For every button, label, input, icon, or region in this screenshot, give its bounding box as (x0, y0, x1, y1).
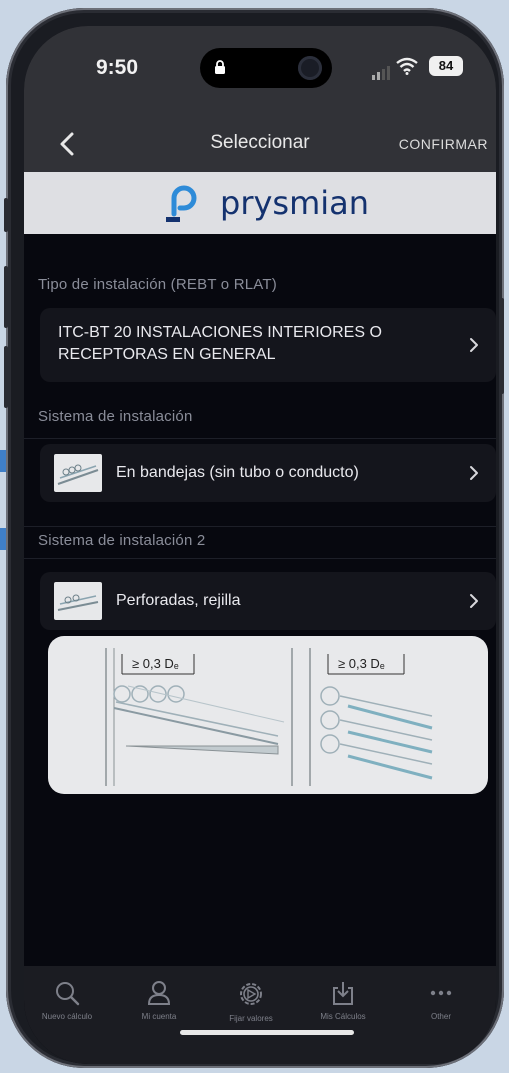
brand-name: prysmian (220, 184, 370, 222)
tab-mis-calculos[interactable]: Mis Cálculos (298, 980, 388, 1021)
home-indicator[interactable] (180, 1030, 354, 1035)
prysmian-logo-icon (166, 185, 197, 222)
search-icon (56, 982, 80, 1006)
action-button (4, 198, 8, 232)
tab-other[interactable]: Other (396, 980, 486, 1021)
user-icon (147, 981, 171, 1005)
installation-type-label: Tipo de instalación (REBT o RLAT) (38, 276, 277, 293)
installation-system-value: En bandejas (sin tubo o conducto) (116, 464, 359, 481)
divider (24, 526, 496, 527)
installation-system-2-value: Perforadas, rejilla (116, 592, 241, 609)
installation-thumbnail (54, 454, 102, 492)
lock-icon (215, 60, 225, 74)
installation-type-value-line1: ITC-BT 20 INSTALACIONES INTERIORES O (58, 324, 382, 341)
volume-up-button (4, 266, 8, 328)
confirm-button[interactable]: CONFIRMAR (399, 136, 488, 152)
screen: 9:50 84 Seleccionar CONFIRMAR prysmian T… (24, 26, 496, 1064)
volume-down-button (4, 346, 8, 408)
chevron-right-icon (470, 466, 478, 480)
installation-system-label: Sistema de instalación (38, 408, 193, 425)
diagram-right-label: ≥ 0,3 Dₑ (338, 656, 385, 671)
installation-system-2-row[interactable]: Perforadas, rejilla (40, 572, 496, 630)
chevron-right-icon (470, 338, 478, 352)
status-time: 9:50 (96, 56, 139, 79)
installation-system-row[interactable]: En bandejas (sin tubo o conducto) (40, 444, 496, 502)
brand-banner: prysmian (24, 172, 496, 234)
installation-system-2-label: Sistema de instalación 2 (38, 532, 206, 549)
tab-label: Fijar valores (229, 1014, 273, 1023)
signal-icon (372, 62, 392, 80)
side-button (500, 298, 504, 394)
divider (24, 438, 496, 439)
gear-icon (240, 983, 262, 1005)
status-bar: 9:50 84 (24, 26, 496, 116)
tab-nuevo-calculo[interactable]: Nuevo cálculo (24, 980, 112, 1021)
battery-indicator: 84 (429, 56, 463, 76)
camera-icon (298, 56, 322, 80)
installation-diagram: ≥ 0,3 Dₑ ≥ 0,3 Dₑ (48, 636, 488, 794)
tab-label: Nuevo cálculo (41, 1012, 93, 1021)
chevron-right-icon (470, 594, 478, 608)
wifi-icon (396, 57, 418, 75)
tab-label: Other (430, 1012, 451, 1021)
download-icon (333, 982, 353, 1005)
more-icon (430, 990, 452, 996)
divider (24, 558, 496, 559)
installation-type-value-line2: RECEPTORAS EN GENERAL (58, 346, 276, 363)
diagram-left-label: ≥ 0,3 Dₑ (132, 656, 179, 671)
tab-bar: Nuevo cálculo Mi cuenta Fijar valores Mi… (24, 966, 496, 1064)
phone-frame: 9:50 84 Seleccionar CONFIRMAR prysmian T… (4, 8, 504, 1068)
tab-mi-cuenta[interactable]: Mi cuenta (114, 980, 204, 1021)
nav-bar: Seleccionar CONFIRMAR (24, 116, 496, 172)
tab-fijar-valores[interactable]: Fijar valores (206, 980, 296, 1023)
installation-type-row[interactable]: ITC-BT 20 INSTALACIONES INTERIORES O REC… (40, 308, 496, 382)
tab-label: Mis Cálculos (320, 1012, 366, 1021)
installation-thumbnail (54, 582, 102, 620)
tab-label: Mi cuenta (141, 1012, 177, 1021)
dynamic-island (200, 48, 332, 88)
